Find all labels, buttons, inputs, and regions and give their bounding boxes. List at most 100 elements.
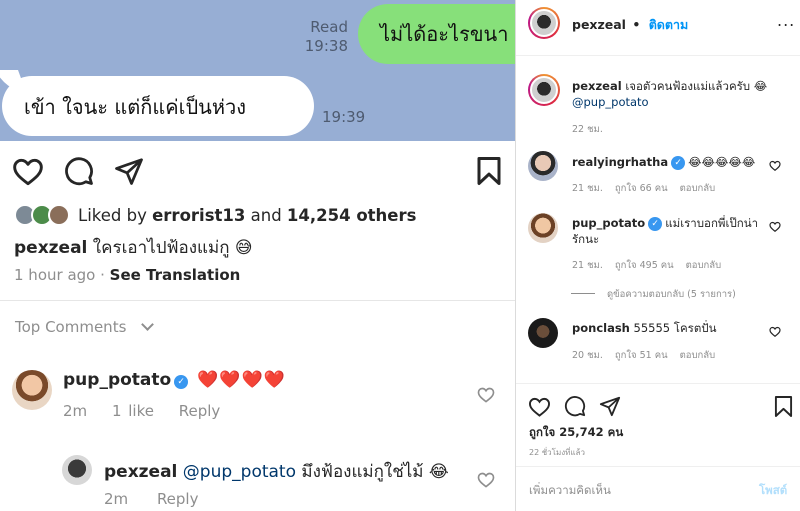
- comment-icon[interactable]: [564, 395, 586, 417]
- comment-username[interactable]: ponclash: [572, 321, 630, 335]
- comment-like-heart-icon[interactable]: [769, 326, 781, 337]
- comment-time: 2m: [104, 490, 129, 508]
- post-meta: 1 hour ago · See Translation: [14, 266, 240, 284]
- comment-username[interactable]: realyingrhatha: [572, 155, 668, 169]
- liked-by-others[interactable]: 14,254 others: [287, 206, 417, 225]
- comment-username[interactable]: pup_potato: [572, 216, 645, 230]
- chat-screenshot-image: ไม่ได้อะไรขนา Read 19:38 เข้า ใจนะ แต่ก็…: [0, 0, 515, 141]
- mention-link[interactable]: @pup_potato: [572, 95, 649, 109]
- comment-like-heart-icon[interactable]: [477, 386, 495, 403]
- chat-read-label: Read: [310, 18, 348, 36]
- liked-by-user[interactable]: errorist13: [152, 206, 245, 225]
- comment-time: 21 ชม.: [572, 183, 603, 194]
- caption-text-block: pexzeal เจอตัวคนฟ้องแม่แล้วครับ 😂 @pup_p…: [572, 78, 787, 110]
- mention-link[interactable]: @pup_potato: [183, 462, 296, 482]
- comment-likes[interactable]: ถูกใจ 51 คน: [615, 350, 668, 361]
- chat-outgoing-text: ไม่ได้อะไรขนา: [380, 22, 509, 46]
- comment-body: มึงฟ้องแม่กูใช่ไม้ 😂: [301, 462, 449, 482]
- top-comments-toggle[interactable]: Top Comments: [15, 318, 155, 336]
- comment-body: 55555 โครตปั่น: [633, 321, 717, 335]
- share-send-icon[interactable]: [114, 156, 144, 186]
- avatar[interactable]: [528, 151, 558, 181]
- comment-icon[interactable]: [64, 156, 94, 186]
- post-header: pexzeal • ติดตาม ...: [516, 0, 800, 56]
- bookmark-icon[interactable]: [475, 156, 503, 186]
- chat-incoming-text: เข้า ใจนะ แต่ก็แค่เป็นห่วง: [24, 95, 246, 119]
- header-separator: •: [632, 17, 641, 32]
- chat-incoming-bubble: เข้า ใจนะ แต่ก็แค่เป็นห่วง: [2, 76, 314, 136]
- comment-username[interactable]: pup_potato: [63, 370, 171, 390]
- post-time-ago: 1 hour ago: [14, 266, 96, 284]
- chat-outgoing-bubble: ไม่ได้อะไรขนา: [358, 4, 515, 64]
- comment-meta: 2m Reply: [104, 490, 222, 508]
- likes-count[interactable]: ถูกใจ 25,742 คน: [529, 424, 623, 442]
- post-caption: pexzeal ใครเอาไปฟ้องแม่กู 😅: [14, 234, 253, 261]
- share-send-icon[interactable]: [599, 395, 621, 417]
- mobile-post-panel: ไม่ได้อะไรขนา Read 19:38 เข้า ใจนะ แต่ก็…: [0, 0, 515, 511]
- chat-outgoing-time: 19:38: [304, 37, 348, 55]
- see-translation-link[interactable]: See Translation: [110, 266, 241, 284]
- verified-badge-icon: ✓: [648, 217, 663, 231]
- section-divider: [0, 300, 515, 301]
- reply-button[interactable]: ตอบกลับ: [686, 260, 722, 271]
- avatar[interactable]: [12, 370, 52, 410]
- comment-meta: 2m 1 like Reply: [63, 402, 238, 420]
- liker-avatar: [48, 204, 70, 226]
- avatar[interactable]: [528, 213, 558, 243]
- likes-summary[interactable]: Liked by errorist13 and 14,254 others: [14, 203, 416, 227]
- caption-username[interactable]: pexzeal: [14, 238, 87, 258]
- comment-text: pup_potato ✓ ❤️❤️❤️❤️: [63, 370, 286, 390]
- caption-text: เจอตัวคนฟ้องแม่แล้วครับ 😂: [625, 79, 768, 93]
- comment-likes[interactable]: ถูกใจ 495 คน: [615, 260, 674, 271]
- comment-likes[interactable]: 1 like: [112, 402, 154, 420]
- reply-button[interactable]: ตอบกลับ: [680, 183, 716, 194]
- section-divider: [516, 383, 800, 384]
- comment-like-heart-icon[interactable]: [769, 221, 781, 232]
- comment-time: 21 ชม.: [572, 260, 603, 271]
- reply-button[interactable]: Reply: [179, 402, 221, 420]
- verified-badge-icon: ✓: [174, 375, 189, 389]
- more-options-icon[interactable]: ...: [777, 11, 795, 30]
- liked-by-and: and: [250, 205, 282, 225]
- caption-username[interactable]: pexzeal: [572, 79, 622, 93]
- follow-button[interactable]: ติดตาม: [649, 17, 689, 32]
- liker-avatars: [14, 203, 74, 227]
- reply-comment-text: pexzeal @pup_potato มึงฟ้องแม่กูใช่ไม้ 😂: [104, 458, 449, 485]
- comment-meta: 21 ชม. ถูกใจ 66 คน ตอบกลับ: [572, 181, 724, 196]
- bookmark-icon[interactable]: [774, 395, 793, 418]
- avatar[interactable]: [528, 74, 560, 106]
- comment-meta: 21 ชม. ถูกใจ 495 คน ตอบกลับ: [572, 258, 730, 273]
- section-divider: [516, 466, 800, 467]
- header-username[interactable]: pexzeal: [572, 17, 626, 32]
- view-replies-label: ดูข้อความตอบกลับ (5 รายการ): [607, 289, 736, 300]
- comment-time: 20 ชม.: [572, 350, 603, 361]
- comment-text: pup_potato ✓ แม่เราบอกพี่เป๊กน่ารักนะ: [572, 215, 762, 247]
- comment-like-heart-icon[interactable]: [477, 471, 495, 488]
- avatar[interactable]: [528, 318, 558, 348]
- replies-line: [571, 293, 595, 294]
- caption-text: ใครเอาไปฟ้องแม่กู 😅: [92, 238, 253, 258]
- meta-separator: ·: [100, 266, 105, 284]
- comment-text: realyingrhatha ✓ 😂😂😂😂😂: [572, 154, 772, 170]
- comment-likes[interactable]: ถูกใจ 66 คน: [615, 183, 668, 194]
- comment-meta: 20 ชม. ถูกใจ 51 คน ตอบกลับ: [572, 348, 724, 363]
- add-comment-input[interactable]: เพิ่มความคิดเห็น: [529, 482, 611, 500]
- caption-time: 22 ชม.: [572, 124, 603, 135]
- post-action-bar: [0, 150, 515, 192]
- comment-username[interactable]: pexzeal: [104, 462, 177, 482]
- desktop-comments-panel: pexzeal • ติดตาม ... pexzeal เจอตัวคนฟ้อ…: [515, 0, 800, 511]
- post-comment-button[interactable]: โพสต์: [759, 482, 787, 500]
- comment-like-heart-icon[interactable]: [769, 160, 781, 171]
- view-replies-link[interactable]: ดูข้อความตอบกลับ (5 รายการ): [571, 287, 736, 302]
- comment-body: 😂😂😂😂😂: [688, 155, 756, 169]
- top-comments-label: Top Comments: [15, 318, 127, 336]
- comment-text: ponclash 55555 โครตปั่น: [572, 320, 762, 336]
- header-username-row: pexzeal • ติดตาม: [572, 15, 688, 35]
- posted-time: 22 ชั่วโมงที่แล้ว: [529, 448, 585, 457]
- reply-button[interactable]: ตอบกลับ: [680, 350, 716, 361]
- like-heart-icon[interactable]: [528, 396, 551, 417]
- avatar[interactable]: [528, 7, 560, 39]
- reply-button[interactable]: Reply: [157, 490, 199, 508]
- avatar[interactable]: [62, 455, 92, 485]
- like-heart-icon[interactable]: [12, 156, 44, 186]
